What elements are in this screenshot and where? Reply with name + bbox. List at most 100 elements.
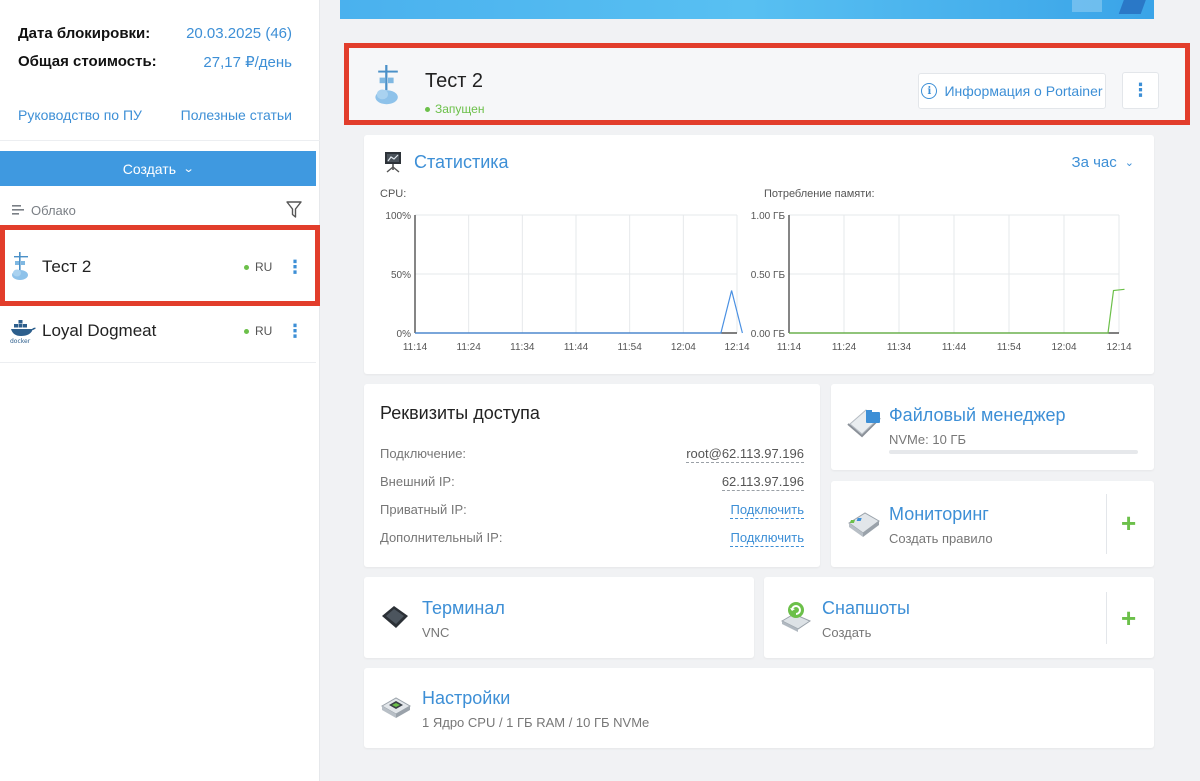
sidebar: Дата блокировки: 20.03.2025 (46) Общая с… <box>0 0 320 781</box>
file-manager-card[interactable]: Файловый менеджер NVMe: 10 ГБ <box>831 384 1154 470</box>
y-tick-label: 0.00 ГБ <box>751 329 786 340</box>
y-tick-label: 0.50 ГБ <box>751 270 786 281</box>
x-tick-label: 12:14 <box>724 342 749 353</box>
access-row-private-ip: Приватный IP: Подключить <box>380 502 804 519</box>
server-name: Loyal Dogmeat <box>42 321 157 340</box>
series-line <box>789 288 1125 334</box>
chart-board-icon <box>385 152 401 173</box>
memory-chart-title: Потребление памяти: <box>764 188 875 200</box>
block-date-value: 20.03.2025 (46) <box>186 25 292 42</box>
add-monitoring-rule-button[interactable]: + <box>1121 510 1136 536</box>
access-row-external-ip: Внешний IP: 62.113.97.196 <box>380 474 804 491</box>
server-item-loyal-dogmeat[interactable]: docker Loyal Dogmeat RU ⋮ <box>0 302 316 360</box>
x-tick-label: 12:04 <box>1051 342 1076 353</box>
server-menu-button[interactable]: ⋮ <box>286 322 304 340</box>
settings-title[interactable]: Настройки <box>422 688 510 709</box>
access-label: Внешний IP: <box>380 474 455 489</box>
monitoring-title[interactable]: Мониторинг <box>889 504 989 525</box>
create-button[interactable]: Создать ⌄ <box>0 151 316 186</box>
server-cloud-icon <box>375 65 398 105</box>
monitoring-card[interactable]: Мониторинг Создать правило + <box>831 481 1154 567</box>
settings-card[interactable]: Настройки 1 Ядро CPU / 1 ГБ RAM / 10 ГБ … <box>364 668 1154 748</box>
y-tick-label: 50% <box>391 270 411 281</box>
page-title: Тест 2 <box>425 70 484 92</box>
external-ip-value[interactable]: 62.113.97.196 <box>721 474 804 491</box>
selection-highlight <box>0 225 320 306</box>
status-badge: Запущен <box>425 102 484 116</box>
y-tick-label: 1.00 ГБ <box>751 211 786 222</box>
x-tick-label: 11:34 <box>510 342 535 353</box>
articles-link[interactable]: Полезные статьи <box>181 107 292 123</box>
access-label: Приватный IP: <box>380 502 467 517</box>
access-label: Подключение: <box>380 446 467 461</box>
file-manager-storage: NVMe: 10 ГБ <box>889 432 966 447</box>
connection-value[interactable]: root@62.113.97.196 <box>686 446 804 463</box>
portainer-info-button[interactable]: i Информация о Portainer <box>918 73 1106 109</box>
promo-banner[interactable] <box>340 0 1154 19</box>
divider <box>0 362 316 363</box>
x-tick-label: 12:14 <box>1106 342 1131 353</box>
docker-text: docker <box>10 338 31 344</box>
monitoring-subtitle[interactable]: Создать правило <box>889 531 993 546</box>
status-dot <box>244 328 249 334</box>
terminal-title[interactable]: Терминал <box>422 598 505 619</box>
block-date-row: Дата блокировки: 20.03.2025 (46) <box>18 25 292 42</box>
banner-decoration <box>1118 0 1148 14</box>
terminal-icon <box>382 606 408 628</box>
list-sort-icon[interactable] <box>12 205 24 215</box>
terminal-card[interactable]: Терминал VNC <box>364 577 754 658</box>
info-icon: i <box>921 83 938 99</box>
cpu-chart-title: CPU: <box>380 188 407 200</box>
create-button-label: Создать <box>122 160 176 177</box>
status-dot <box>425 106 430 112</box>
memory-chart: 11:14 11:24 11:34 11:44 11:54 12:04 12:14 0.00 … <box>751 211 1132 353</box>
server-region: RU <box>244 324 272 338</box>
file-manager-title[interactable]: Файловый менеджер <box>889 405 1066 426</box>
banner-decoration <box>1072 0 1102 12</box>
manual-link[interactable]: Руководство по ПУ <box>18 107 142 123</box>
storage-progress-bar <box>889 450 1138 454</box>
divider <box>1106 592 1107 644</box>
server-header-highlight: Тест 2 Запущен i Информация о Portainer … <box>344 43 1190 125</box>
y-tick-label: 0% <box>397 329 412 340</box>
x-tick-label: 11:34 <box>887 342 912 353</box>
connect-additional-ip-link[interactable]: Подключить <box>730 530 804 547</box>
x-tick-label: 11:24 <box>457 342 482 353</box>
group-label: Облако <box>31 202 76 218</box>
snapshots-title[interactable]: Снапшоты <box>822 598 910 619</box>
docker-icon: docker <box>10 320 36 344</box>
period-dropdown[interactable]: За час ⌄ <box>1072 154 1134 171</box>
series-line <box>415 290 743 334</box>
chevron-down-icon: ⌄ <box>182 163 195 175</box>
x-tick-label: 11:44 <box>564 342 589 353</box>
access-label: Дополнительный IP: <box>380 530 503 545</box>
monitoring-icon <box>848 512 880 537</box>
terminal-subtitle: VNC <box>422 625 450 640</box>
connect-private-ip-link[interactable]: Подключить <box>730 502 804 519</box>
period-label: За час <box>1071 154 1117 171</box>
cpu-chart: 11:14 11:24 11:34 11:44 11:54 12:04 12:14 0% 50%… <box>385 211 750 353</box>
divider <box>1106 494 1107 554</box>
server-header: Тест 2 Запущен i Информация о Portainer … <box>358 57 1159 116</box>
divider <box>0 140 320 141</box>
statistics-card: Статистика За час ⌄ CPU: 11:14 11:24 11:34… <box>364 135 1154 374</box>
filter-icon[interactable] <box>286 201 302 219</box>
total-cost-row: Общая стоимость: 27,17 ₽/день <box>18 53 292 71</box>
chevron-down-icon: ⌄ <box>1124 157 1134 169</box>
region-label: RU <box>255 324 273 338</box>
settings-specs: 1 Ядро CPU / 1 ГБ RAM / 10 ГБ NVMe <box>422 715 650 730</box>
snapshots-subtitle[interactable]: Создать <box>822 625 871 640</box>
statistics-title[interactable]: Статистика <box>414 152 509 173</box>
x-tick-label: 11:14 <box>777 342 802 353</box>
more-actions-button[interactable]: ⋮ <box>1122 72 1159 109</box>
sidebar-links: Руководство по ПУ Полезные статьи <box>18 107 292 123</box>
x-tick-label: 11:54 <box>997 342 1022 353</box>
file-manager-icon <box>847 409 881 438</box>
access-card: Реквизиты доступа Подключение: root@62.1… <box>364 384 820 567</box>
add-snapshot-button[interactable]: + <box>1121 605 1136 631</box>
snapshots-icon <box>780 602 812 632</box>
settings-chip-icon <box>380 697 412 718</box>
snapshots-card[interactable]: Снапшоты Создать + <box>764 577 1154 658</box>
y-tick-label: 100% <box>385 211 411 222</box>
x-tick-label: 11:14 <box>403 342 428 353</box>
